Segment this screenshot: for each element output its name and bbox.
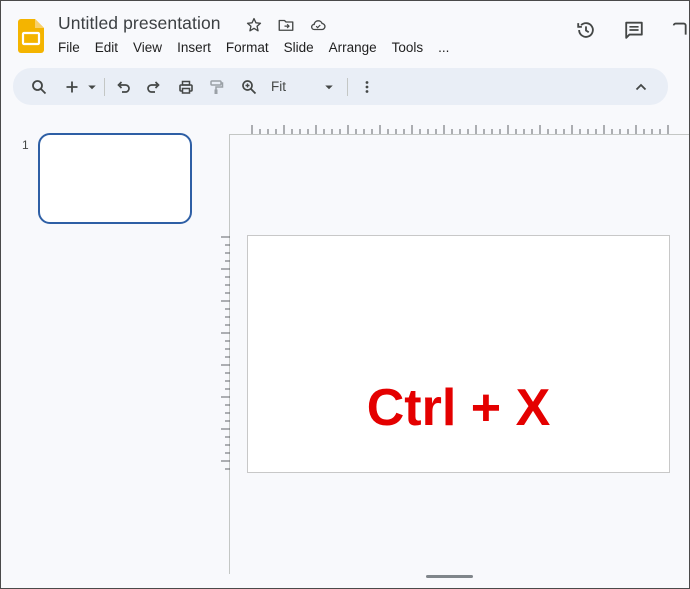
menu-insert[interactable]: Insert [177,40,218,55]
vertical-ruler[interactable] [218,236,230,476]
menu-more[interactable]: ... [438,40,456,55]
more-icon[interactable] [357,68,377,105]
slide-text-box[interactable]: Ctrl + X [248,378,669,438]
print-icon[interactable] [175,68,197,105]
menu-bar: File Edit View Insert Format Slide Arran… [58,40,464,55]
menu-view[interactable]: View [133,40,169,55]
document-title[interactable]: Untitled presentation [58,13,221,34]
redo-icon[interactable] [144,68,164,105]
slide-thumbnail[interactable] [38,133,192,224]
zoom-select-value[interactable]: Fit [271,79,286,94]
move-to-folder-icon[interactable] [274,14,298,36]
meet-icon[interactable] [670,19,689,41]
slide-number: 1 [22,138,29,152]
zoom-icon[interactable] [239,68,259,105]
star-icon[interactable] [242,14,266,36]
menu-slide[interactable]: Slide [284,40,321,55]
slide-canvas[interactable]: Ctrl + X [247,235,670,473]
menu-format[interactable]: Format [226,40,276,55]
horizontal-ruler[interactable] [251,122,671,134]
undo-icon[interactable] [113,68,133,105]
menu-arrange[interactable]: Arrange [329,40,384,55]
canvas-top-border [229,134,689,135]
toolbar-divider [347,78,348,96]
menu-tools[interactable]: Tools [392,40,431,55]
dropdown-icon[interactable] [85,68,99,105]
search-icon[interactable] [27,68,51,105]
app-window: Untitled presentation File Edit View Ins… [0,0,690,589]
menu-edit[interactable]: Edit [95,40,125,55]
toolbar-divider [104,78,105,96]
comments-icon[interactable] [622,19,646,41]
cloud-saved-icon[interactable] [306,14,330,36]
version-history-icon[interactable] [574,19,598,41]
paint-format-icon[interactable] [206,68,226,105]
menu-file[interactable]: File [58,40,87,55]
collapse-icon[interactable] [631,68,651,105]
speaker-notes-resize-handle[interactable] [426,575,473,578]
slides-logo-icon[interactable] [18,19,44,53]
toolbar: Fit [13,68,668,105]
new-slide-icon[interactable] [62,68,82,105]
zoom-dropdown-icon[interactable] [321,68,337,105]
